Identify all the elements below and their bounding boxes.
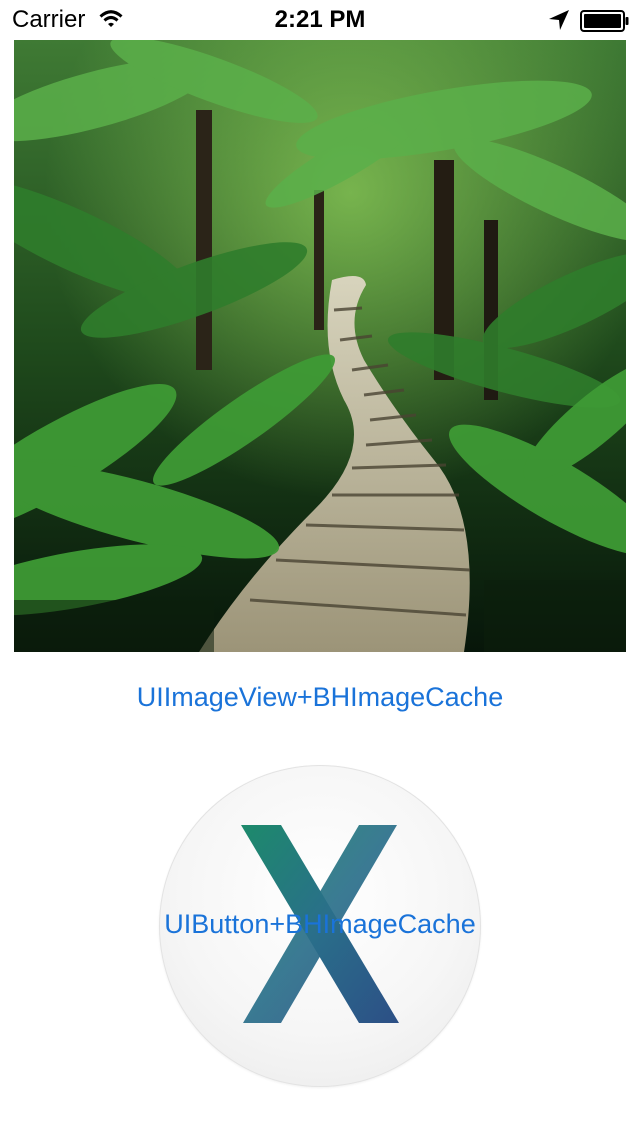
imageview-category-link[interactable]: UIImageView+BHImageCache: [0, 680, 640, 714]
status-time: 2:21 PM: [274, 6, 366, 33]
screen: Carrier 2:21 PM UIImageView+BHImageCache…: [0, 0, 640, 1136]
image-cache-button[interactable]: UIButton+BHImageCache: [159, 765, 481, 1087]
button-category-label: UIButton+BHImageCache: [164, 909, 476, 939]
location-icon: [549, 10, 569, 30]
status-bar: Carrier 2:21 PM: [0, 0, 640, 40]
forest-boardwalk-image: [14, 40, 626, 652]
battery-icon: [580, 10, 629, 32]
forest-photo: [14, 40, 626, 652]
